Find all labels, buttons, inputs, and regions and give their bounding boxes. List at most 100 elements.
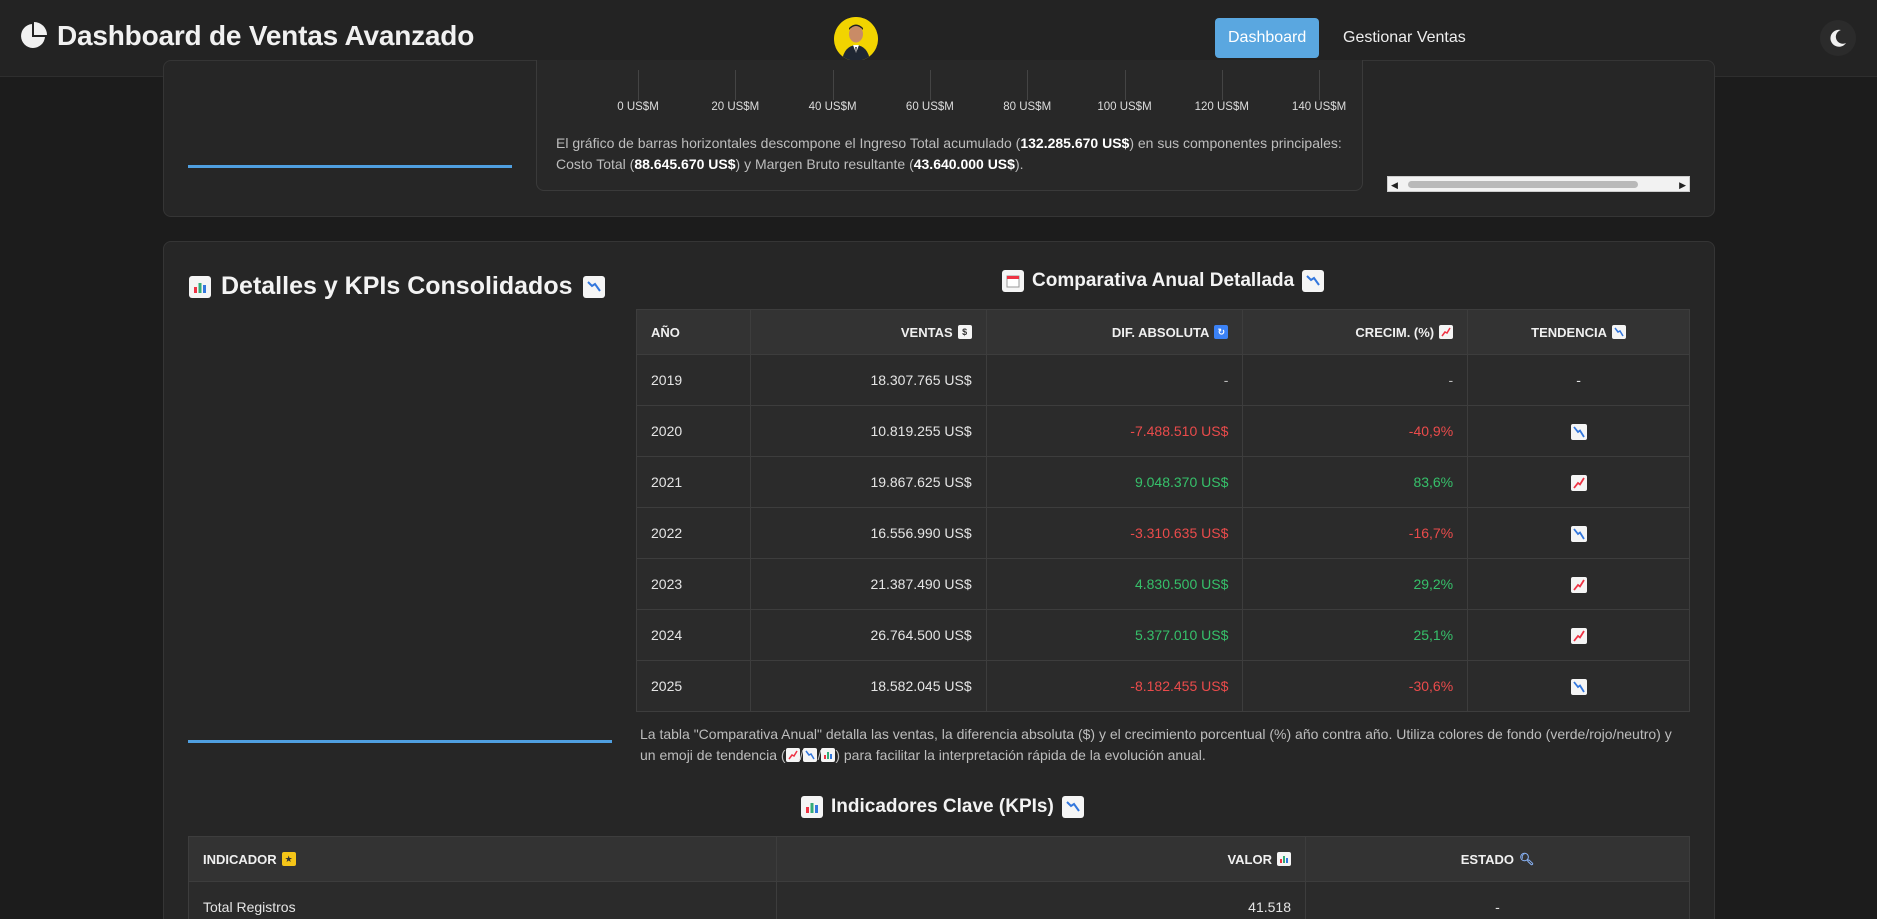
theme-toggle-button[interactable] [1820, 20, 1856, 56]
axis-tick-label: 80 US$M [1003, 101, 1052, 113]
cell-trend [1467, 558, 1690, 610]
nav-dashboard-button[interactable]: Dashboard [1215, 18, 1320, 58]
annual-comparison-title: Comparativa Anual Detallada [1002, 270, 1325, 292]
col-header-sales[interactable]: VENTAS $ [749, 309, 987, 355]
axis-tick-label: 140 US$M [1291, 101, 1347, 113]
cell-abs-diff: 9.048.370 US$ [985, 456, 1244, 508]
axis-tick-label: 100 US$M [1097, 101, 1152, 113]
chart-decreasing-icon [1570, 525, 1587, 542]
cell-growth: -40,9% [1242, 405, 1469, 457]
cell-year: 2025 [636, 660, 751, 712]
cell-abs-diff: -8.182.455 US$ [985, 660, 1244, 712]
axis-tick-line [1124, 70, 1126, 100]
chart-decreasing-icon [582, 275, 605, 298]
trophy-icon: ★ [281, 852, 296, 866]
cell-trend [1467, 609, 1690, 661]
cell-growth: 29,2% [1242, 558, 1469, 610]
axis-tick-line [735, 70, 737, 100]
col-header-year[interactable]: AÑO [636, 309, 751, 355]
total-cost-value: 88.645.670 US$ [634, 156, 736, 172]
bar-chart-icon [189, 275, 211, 298]
cell-growth: - [1242, 354, 1469, 406]
calendar-icon [1002, 270, 1024, 292]
chart-decreasing-icon [1570, 423, 1587, 440]
cell-growth: -30,6% [1242, 660, 1469, 712]
table-row: 2025 18.582.045 US$ -8.182.455 US$ -30,6% [636, 660, 1690, 712]
chart-increasing-icon [1570, 474, 1587, 491]
chart-increasing-icon [785, 748, 800, 762]
chart-increasing-icon [1570, 576, 1587, 593]
axis-tick-line [638, 70, 639, 100]
horizontal-scrollbar[interactable]: ◀ ▶ [1387, 176, 1690, 192]
refresh-icon: ↻ [1214, 325, 1229, 339]
cell-status: - [1305, 881, 1690, 919]
app-title: Dashboard de Ventas Avanzado [57, 20, 475, 51]
table-row: Total Registros 41.518- [188, 881, 1690, 919]
axis-tick-line [1221, 70, 1223, 100]
axis-tick-label: 20 US$M [711, 101, 760, 113]
cell-sales: 21.387.490 US$ [749, 558, 987, 610]
cell-sales: 18.307.765 US$ [749, 354, 987, 406]
cell-indicator: Total Registros [188, 881, 777, 919]
table-row: 2022 16.556.990 US$ -3.310.635 US$ -16,7% [636, 507, 1690, 559]
brand[interactable]: Dashboard de Ventas Avanzado [19, 20, 474, 52]
gross-margin-value: 43.640.000 US$ [913, 156, 1015, 172]
table-row: 2024 26.764.500 US$ 5.377.010 US$ 25,1% [636, 609, 1690, 661]
moon-icon [1830, 29, 1846, 47]
axis-tick-line [832, 70, 834, 100]
axis-tick-label: 120 US$M [1194, 101, 1249, 113]
cell-sales: 16.556.990 US$ [749, 507, 987, 559]
col-header-status[interactable]: ESTADO 🔍︎ [1305, 836, 1690, 882]
cell-sales: 26.764.500 US$ [749, 609, 987, 661]
chart-decreasing-icon [1570, 678, 1587, 695]
annual-title-text: Comparativa Anual Detallada [1032, 270, 1295, 291]
cell-abs-diff: - [985, 354, 1244, 406]
annual-comparison-table: AÑO VENTAS $ DIF. ABSOLUTA ↻ CRECIM. (%) T… [636, 309, 1690, 712]
table-description: La tabla "Comparativa Anual" detalla las… [640, 726, 1672, 763]
table-header-row: INDICADOR ★ VALOR ESTADO 🔍︎ [188, 836, 1690, 882]
scroll-right-icon[interactable]: ▶ [1679, 180, 1686, 191]
col-header-indicator[interactable]: INDICADOR ★ [188, 836, 777, 882]
col-header-trend[interactable]: TENDENCIA [1467, 309, 1690, 355]
cell-trend: - [1467, 354, 1690, 406]
magnifier-icon: 🔍︎ [1518, 852, 1535, 866]
card-divider [188, 165, 512, 168]
table-row: 2023 21.387.490 US$ 4.830.500 US$ 29,2% [636, 558, 1690, 610]
scroll-thumb[interactable] [1408, 181, 1638, 188]
pie-chart-icon [21, 22, 47, 48]
cell-abs-diff: 5.377.010 US$ [985, 609, 1244, 661]
kpi-table: INDICADOR ★ VALOR ESTADO 🔍︎ Total Registro… [188, 836, 1690, 919]
cell-trend [1467, 660, 1690, 712]
cell-sales: 10.819.255 US$ [749, 405, 987, 457]
col-header-value[interactable]: VALOR [776, 836, 1306, 882]
avatar[interactable] [834, 17, 878, 61]
axis-tick-label: 60 US$M [905, 101, 954, 113]
chart-decreasing-icon [1611, 325, 1626, 339]
user-avatar-icon [834, 17, 878, 61]
bar-chart-icon [801, 796, 823, 818]
nav-manage-sales-link[interactable]: Gestionar Ventas [1330, 18, 1479, 58]
table-row: 2019 18.307.765 US$ - - - [636, 354, 1690, 406]
cell-trend [1467, 456, 1690, 508]
kpi-title-text: Indicadores Clave (KPIs) [831, 796, 1054, 817]
cell-value: 41.518 [776, 881, 1306, 919]
cell-year: 2020 [636, 405, 751, 457]
col-header-abs-diff[interactable]: DIF. ABSOLUTA ↻ [985, 309, 1244, 355]
cell-year: 2024 [636, 609, 751, 661]
col-header-growth[interactable]: CRECIM. (%) [1242, 309, 1469, 355]
chart-description: El gráfico de barras horizontales descom… [556, 135, 1342, 172]
chart-decreasing-icon [1302, 270, 1325, 292]
kpi-title: Indicadores Clave (KPIs) [801, 796, 1084, 818]
cell-growth: 83,6% [1242, 456, 1469, 508]
cell-abs-diff: -3.310.635 US$ [985, 507, 1244, 559]
scroll-left-icon[interactable]: ◀ [1391, 180, 1398, 191]
cell-growth: 25,1% [1242, 609, 1469, 661]
table-row: 2020 10.819.255 US$ -7.488.510 US$ -40,9% [636, 405, 1690, 457]
cell-year: 2023 [636, 558, 751, 610]
section-title: Detalles y KPIs Consolidados [189, 272, 605, 301]
cell-growth: -16,7% [1242, 507, 1469, 559]
trend-value: - [1576, 372, 1581, 388]
money-bag-icon: $ [957, 325, 972, 339]
chart-increasing-icon [1570, 627, 1587, 644]
cell-sales: 18.582.045 US$ [749, 660, 987, 712]
